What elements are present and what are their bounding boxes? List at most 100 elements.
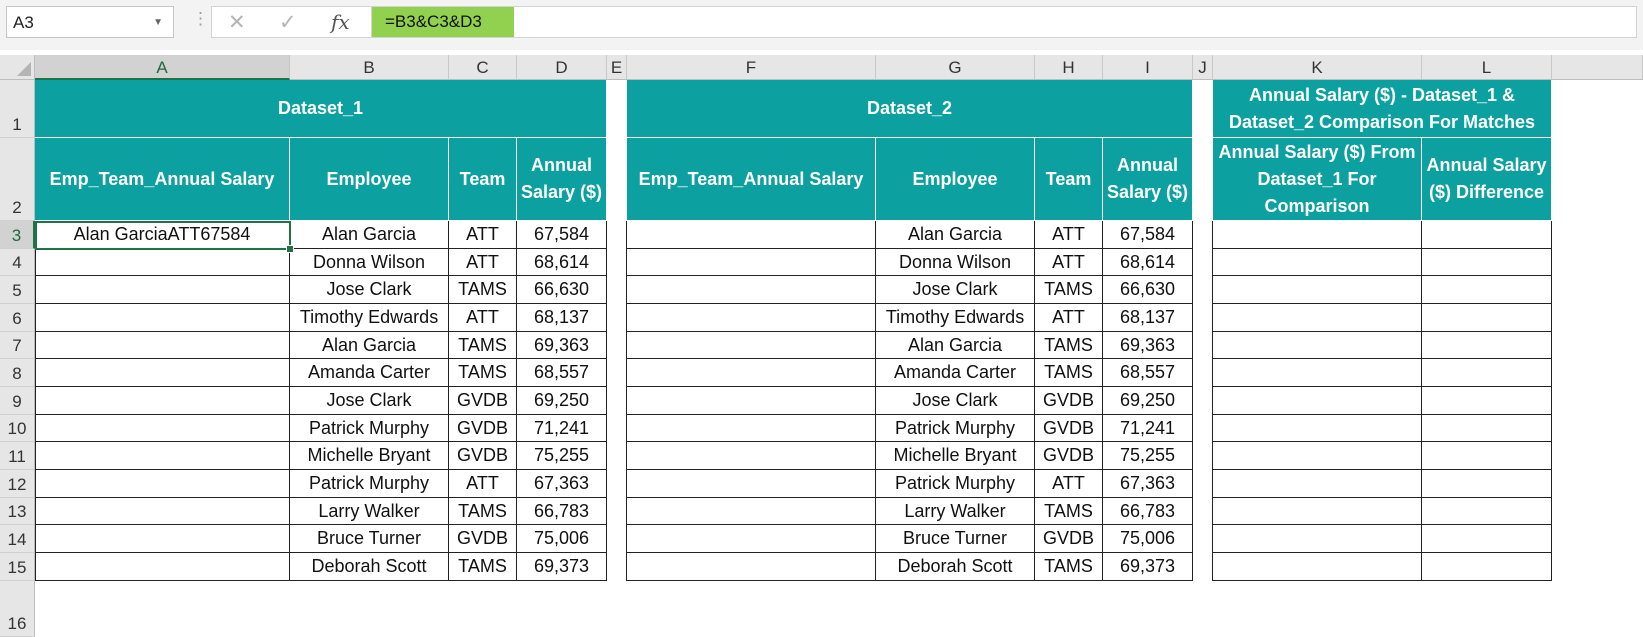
dataset2-employee-cell[interactable]: Alan Garcia <box>876 332 1035 359</box>
dataset2-employee-cell[interactable]: Bruce Turner <box>876 525 1035 553</box>
row-header-12[interactable]: 12 <box>0 470 35 498</box>
comparison-difference-cell[interactable] <box>1422 249 1552 276</box>
row-header-10[interactable]: 10 <box>0 415 35 442</box>
dataset2-team-cell[interactable]: TAMS <box>1035 498 1103 525</box>
dataset1-team-cell[interactable]: ATT <box>449 470 517 498</box>
row-header-13[interactable]: 13 <box>0 498 35 525</box>
dataset1-team-cell[interactable]: TAMS <box>449 276 517 304</box>
dataset1-key-cell[interactable] <box>35 332 290 359</box>
dataset1-key-cell[interactable] <box>35 553 290 581</box>
dataset1-key-cell[interactable] <box>35 442 290 470</box>
dataset2-salary-cell[interactable]: 68,557 <box>1103 359 1193 387</box>
dataset2-key-cell[interactable] <box>627 304 876 332</box>
dataset1-employee-cell[interactable]: Michelle Bryant <box>290 442 449 470</box>
dataset2-employee-cell[interactable]: Timothy Edwards <box>876 304 1035 332</box>
dataset2-key-cell[interactable] <box>627 387 876 415</box>
column-header-d[interactable]: D <box>517 55 607 80</box>
dataset1-salary-cell[interactable]: 75,006 <box>517 525 607 553</box>
dataset1-salary-cell[interactable]: 67,584 <box>517 221 607 249</box>
column-header-f[interactable]: F <box>627 55 876 80</box>
column-header-h[interactable]: H <box>1035 55 1103 80</box>
row-header-7[interactable]: 7 <box>0 332 35 359</box>
row-header-11[interactable]: 11 <box>0 442 35 470</box>
comparison-difference-cell[interactable] <box>1422 359 1552 387</box>
dataset1-key-cell[interactable] <box>35 470 290 498</box>
row-header-16[interactable]: 16 <box>0 581 35 637</box>
dataset2-team-cell[interactable]: GVDB <box>1035 387 1103 415</box>
dataset2-key-cell[interactable] <box>627 525 876 553</box>
dataset2-employee-cell[interactable]: Larry Walker <box>876 498 1035 525</box>
dataset2-team-cell[interactable]: ATT <box>1035 470 1103 498</box>
dataset2-salary-cell[interactable]: 69,250 <box>1103 387 1193 415</box>
dataset2-salary-cell[interactable]: 66,630 <box>1103 276 1193 304</box>
dataset2-key-cell[interactable] <box>627 553 876 581</box>
dataset1-team-cell[interactable]: ATT <box>449 304 517 332</box>
row-header-9[interactable]: 9 <box>0 387 35 415</box>
dataset2-team-cell[interactable]: TAMS <box>1035 359 1103 387</box>
row-header-5[interactable]: 5 <box>0 276 35 304</box>
dataset2-salary-cell[interactable]: 69,363 <box>1103 332 1193 359</box>
comparison-from-dataset1-cell[interactable] <box>1213 470 1422 498</box>
dataset1-key-cell[interactable] <box>35 276 290 304</box>
dataset2-key-cell[interactable] <box>627 415 876 442</box>
row-header-2[interactable]: 2 <box>0 138 35 221</box>
comparison-difference-cell[interactable] <box>1422 276 1552 304</box>
dataset2-employee-cell[interactable]: Amanda Carter <box>876 359 1035 387</box>
dataset2-salary-cell[interactable]: 75,255 <box>1103 442 1193 470</box>
dataset2-salary-cell[interactable]: 67,363 <box>1103 470 1193 498</box>
dataset2-key-cell[interactable] <box>627 442 876 470</box>
dataset1-employee-cell[interactable]: Patrick Murphy <box>290 470 449 498</box>
dataset1-salary-cell[interactable]: 68,137 <box>517 304 607 332</box>
fill-handle[interactable] <box>286 245 294 253</box>
dataset2-salary-cell[interactable]: 75,006 <box>1103 525 1193 553</box>
dataset1-team-cell[interactable]: GVDB <box>449 442 517 470</box>
dataset1-employee-cell[interactable]: Amanda Carter <box>290 359 449 387</box>
column-header-k[interactable]: K <box>1213 55 1422 80</box>
comparison-difference-cell[interactable] <box>1422 415 1552 442</box>
dataset1-employee-cell[interactable]: Donna Wilson <box>290 249 449 276</box>
dataset2-key-cell[interactable] <box>627 249 876 276</box>
column-header-i[interactable]: I <box>1103 55 1193 80</box>
dataset2-employee-cell[interactable]: Deborah Scott <box>876 553 1035 581</box>
dataset2-key-cell[interactable] <box>627 276 876 304</box>
row-header-3[interactable]: 3 <box>0 221 35 249</box>
dataset1-employee-cell[interactable]: Jose Clark <box>290 387 449 415</box>
dataset2-key-cell[interactable] <box>627 221 876 249</box>
dataset1-key-cell[interactable] <box>35 249 290 276</box>
dataset1-salary-cell[interactable]: 67,363 <box>517 470 607 498</box>
row-header-14[interactable]: 14 <box>0 525 35 553</box>
comparison-difference-cell[interactable] <box>1422 470 1552 498</box>
dataset1-salary-cell[interactable]: 66,630 <box>517 276 607 304</box>
dataset2-salary-cell[interactable]: 69,373 <box>1103 553 1193 581</box>
dataset2-salary-cell[interactable]: 68,614 <box>1103 249 1193 276</box>
comparison-difference-cell[interactable] <box>1422 332 1552 359</box>
dataset1-key-cell[interactable] <box>35 359 290 387</box>
comparison-from-dataset1-cell[interactable] <box>1213 332 1422 359</box>
dataset2-team-cell[interactable]: GVDB <box>1035 525 1103 553</box>
dataset1-team-cell[interactable]: TAMS <box>449 359 517 387</box>
dataset2-team-cell[interactable]: ATT <box>1035 249 1103 276</box>
dataset2-employee-cell[interactable]: Alan Garcia <box>876 221 1035 249</box>
comparison-from-dataset1-cell[interactable] <box>1213 276 1422 304</box>
dataset2-employee-cell[interactable]: Donna Wilson <box>876 249 1035 276</box>
comparison-difference-cell[interactable] <box>1422 387 1552 415</box>
dataset1-key-cell[interactable]: Alan GarciaATT67584 <box>35 221 290 249</box>
dataset1-team-cell[interactable]: TAMS <box>449 498 517 525</box>
dataset1-team-cell[interactable]: GVDB <box>449 387 517 415</box>
dataset1-team-cell[interactable]: GVDB <box>449 415 517 442</box>
dataset1-salary-cell[interactable]: 71,241 <box>517 415 607 442</box>
select-all-button[interactable] <box>0 55 35 80</box>
dataset1-salary-cell[interactable]: 69,363 <box>517 332 607 359</box>
dataset2-salary-cell[interactable]: 71,241 <box>1103 415 1193 442</box>
dataset1-key-cell[interactable] <box>35 498 290 525</box>
column-header-g[interactable]: G <box>876 55 1035 80</box>
dataset2-key-cell[interactable] <box>627 332 876 359</box>
dataset1-salary-cell[interactable]: 69,250 <box>517 387 607 415</box>
comparison-from-dataset1-cell[interactable] <box>1213 553 1422 581</box>
dataset1-employee-cell[interactable]: Alan Garcia <box>290 332 449 359</box>
comparison-difference-cell[interactable] <box>1422 525 1552 553</box>
dataset1-employee-cell[interactable]: Larry Walker <box>290 498 449 525</box>
dataset1-salary-cell[interactable]: 66,783 <box>517 498 607 525</box>
dataset1-team-cell[interactable]: TAMS <box>449 332 517 359</box>
dataset2-team-cell[interactable]: TAMS <box>1035 276 1103 304</box>
